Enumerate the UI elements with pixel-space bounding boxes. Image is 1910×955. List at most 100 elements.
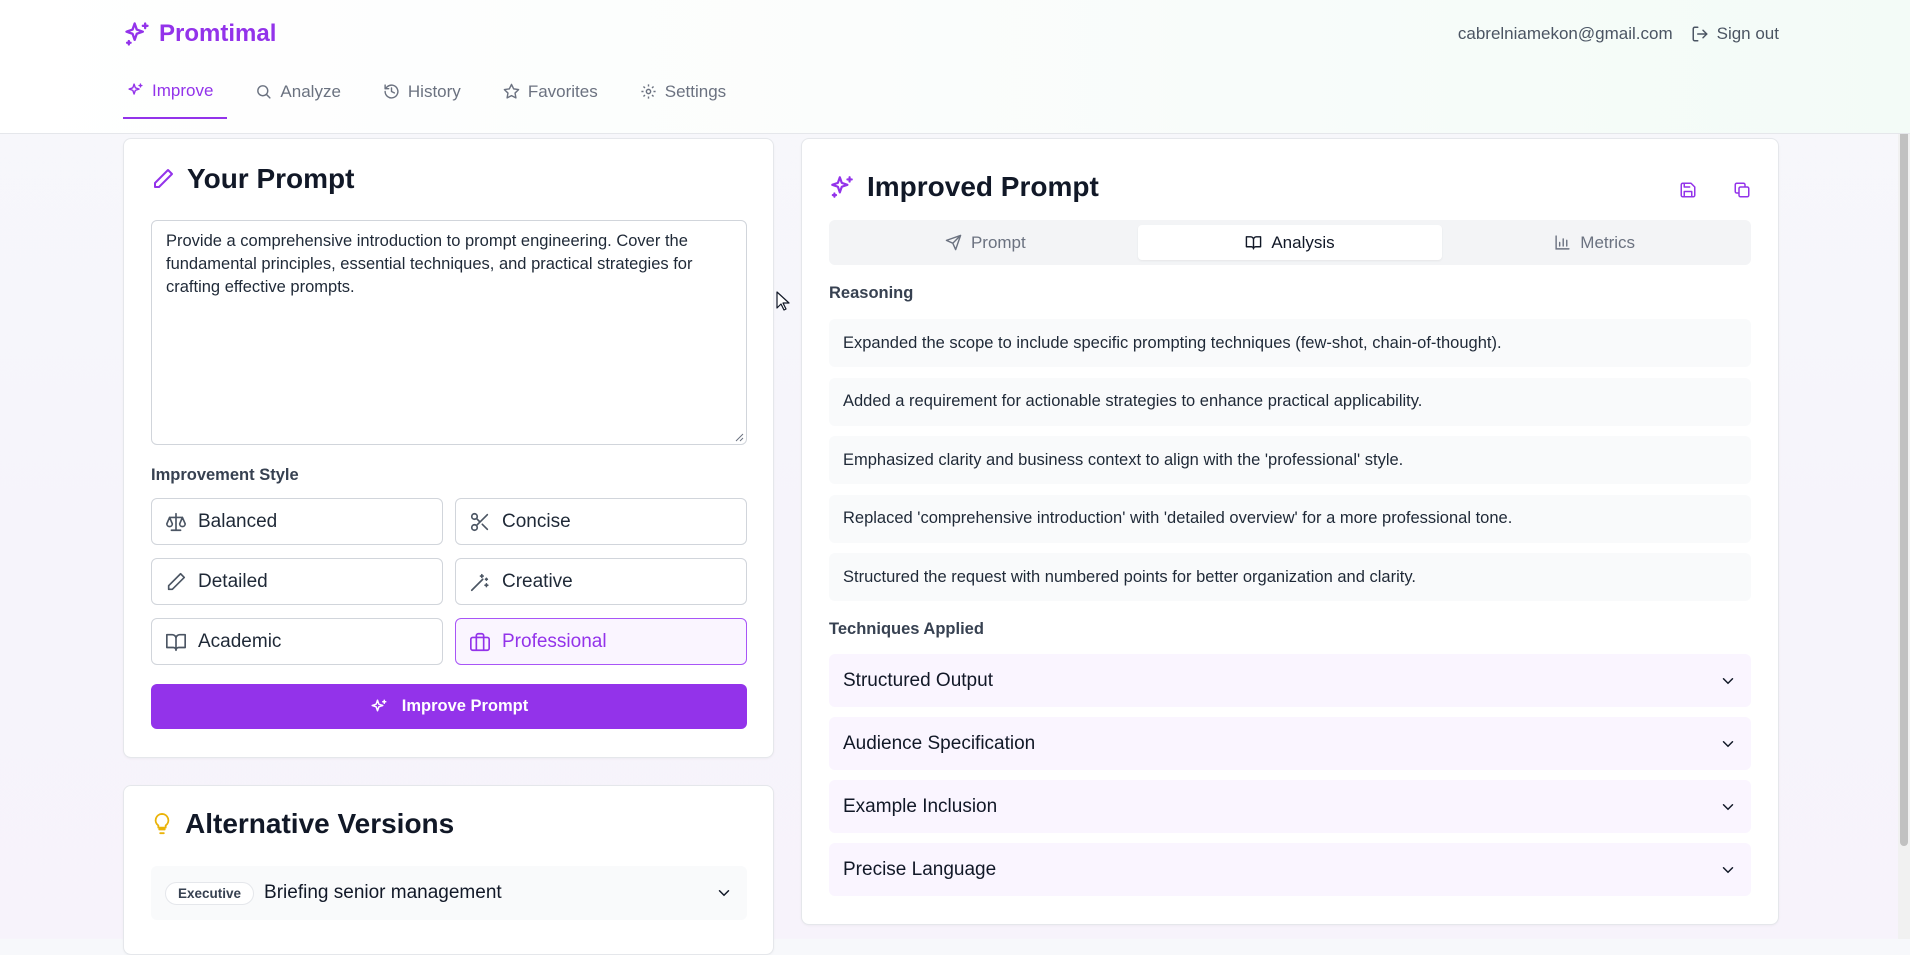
style-label: Detailed <box>198 570 268 592</box>
app-name: Promtimal <box>159 20 277 47</box>
tab-label: Prompt <box>970 232 1026 252</box>
technique-item[interactable]: Precise Language <box>829 843 1751 896</box>
nav-tab-settings[interactable]: Settings <box>636 78 740 119</box>
techniques-list: Structured Output Audience Specification… <box>829 654 1751 906</box>
technique-item[interactable]: Audience Specification <box>829 717 1751 770</box>
copy-button[interactable] <box>1727 175 1757 205</box>
alternative-version-item[interactable]: Executive Briefing senior management <box>151 866 747 920</box>
nav-tab-label: Favorites <box>527 81 598 101</box>
tab-prompt[interactable]: Prompt <box>833 225 1138 260</box>
nav-tab-favorites[interactable]: Favorites <box>499 78 612 119</box>
technique-label: Audience Specification <box>843 732 1036 754</box>
search-icon <box>255 83 272 100</box>
nav-tab-history[interactable]: History <box>379 78 475 119</box>
style-options: Balanced Concise Detailed Creative Acade… <box>151 498 747 665</box>
tab-label: Analysis <box>1271 232 1335 252</box>
sign-out-button[interactable]: Sign out <box>1691 24 1779 44</box>
style-academic-button[interactable]: Academic <box>151 618 443 665</box>
app-logo[interactable]: Promtimal <box>123 20 276 48</box>
style-concise-button[interactable]: Concise <box>455 498 747 545</box>
main-nav: Improve Analyze History Favorites Settin… <box>123 78 764 133</box>
scissors-icon <box>469 511 491 533</box>
technique-item[interactable]: Structured Output <box>829 654 1751 707</box>
style-creative-button[interactable]: Creative <box>455 558 747 605</box>
resize-handle-icon[interactable] <box>735 433 744 442</box>
chevron-down-icon <box>715 884 733 902</box>
mouse-cursor-icon <box>776 291 790 311</box>
chevron-down-icon <box>1719 735 1737 753</box>
book-open-icon <box>1245 234 1262 251</box>
techniques-applied-label: Techniques Applied <box>829 620 984 638</box>
nav-tab-label: Settings <box>664 81 727 101</box>
lightbulb-icon <box>151 811 173 837</box>
reasoning-item: Replaced 'comprehensive introduction' wi… <box>829 494 1751 543</box>
save-button[interactable] <box>1673 175 1703 205</box>
technique-item[interactable]: Example Inclusion <box>829 780 1751 833</box>
nav-tab-label: Analyze <box>280 81 341 101</box>
nav-tab-improve[interactable]: Improve <box>123 78 228 119</box>
sparkles-icon <box>127 82 144 99</box>
prompt-text: Provide a comprehensive introduction to … <box>166 232 693 296</box>
chevron-down-icon <box>1719 798 1737 816</box>
improvement-style-label: Improvement Style <box>151 466 299 484</box>
nav-tab-analyze[interactable]: Analyze <box>251 78 354 119</box>
your-prompt-title: Your Prompt <box>187 163 355 194</box>
history-icon <box>383 83 400 100</box>
reasoning-label: Reasoning <box>829 284 914 302</box>
scale-icon <box>165 511 187 533</box>
style-professional-button[interactable]: Professional <box>455 618 747 665</box>
prompt-textarea[interactable]: Provide a comprehensive introduction to … <box>151 220 747 445</box>
briefcase-icon <box>469 631 491 653</box>
tab-label: Metrics <box>1580 232 1636 252</box>
page-scrollbar[interactable] <box>1898 0 1910 939</box>
sparkles-icon <box>123 20 151 48</box>
improved-prompt-heading: Improved Prompt <box>829 171 1099 203</box>
pencil-icon <box>165 571 187 593</box>
result-tabs: Prompt Analysis Metrics <box>829 220 1751 265</box>
gear-icon <box>640 83 657 100</box>
technique-label: Precise Language <box>843 858 997 880</box>
your-prompt-card: Your Prompt Provide a comprehensive intr… <box>123 138 774 758</box>
account-area: cabrelniamekon@gmail.com Sign out <box>1458 24 1779 44</box>
style-balanced-button[interactable]: Balanced <box>151 498 443 545</box>
improve-prompt-button[interactable]: Improve Prompt <box>151 684 747 729</box>
reasoning-item: Added a requirement for actionable strat… <box>829 377 1751 426</box>
bar-chart-icon <box>1554 234 1571 251</box>
alternative-versions-heading: Alternative Versions <box>151 808 454 840</box>
tab-metrics[interactable]: Metrics <box>1442 225 1747 260</box>
alternative-versions-title: Alternative Versions <box>185 808 455 839</box>
alternative-badge: Executive <box>165 881 255 905</box>
style-label: Academic <box>198 630 282 652</box>
nav-tab-label: History <box>407 81 461 101</box>
sign-out-label: Sign out <box>1716 24 1779 43</box>
style-detailed-button[interactable]: Detailed <box>151 558 443 605</box>
tab-analysis[interactable]: Analysis <box>1137 225 1443 260</box>
improved-prompt-title: Improved Prompt <box>867 171 1099 202</box>
chevron-down-icon <box>1719 861 1737 879</box>
user-email: cabrelniamekon@gmail.com <box>1457 24 1673 43</box>
technique-label: Structured Output <box>843 669 993 691</box>
alternative-title: Briefing senior management <box>264 882 502 903</box>
alternative-versions-card: Alternative Versions Executive Briefing … <box>123 785 774 955</box>
style-label: Concise <box>502 510 571 532</box>
save-icon <box>1679 181 1697 199</box>
scrollbar-thumb[interactable] <box>1900 98 1908 846</box>
nav-tab-label: Improve <box>152 80 214 100</box>
style-label: Creative <box>502 570 573 592</box>
magic-wand-icon <box>469 571 491 593</box>
logout-icon <box>1691 25 1709 43</box>
chevron-down-icon <box>1719 672 1737 690</box>
sparkles-icon <box>829 174 855 200</box>
send-icon <box>945 234 962 251</box>
style-label: Balanced <box>198 510 278 532</box>
sparkles-icon <box>370 698 388 716</box>
star-icon <box>503 83 520 100</box>
book-open-icon <box>165 631 187 653</box>
technique-label: Example Inclusion <box>843 795 998 817</box>
app-header: Promtimal cabrelniamekon@gmail.com Sign … <box>0 0 1910 134</box>
copy-icon <box>1733 181 1751 199</box>
reasoning-list: Expanded the scope to include specific p… <box>829 319 1751 612</box>
improve-prompt-label: Improve Prompt <box>401 697 529 715</box>
reasoning-item: Structured the request with numbered poi… <box>829 553 1751 601</box>
your-prompt-heading: Your Prompt <box>151 163 354 195</box>
